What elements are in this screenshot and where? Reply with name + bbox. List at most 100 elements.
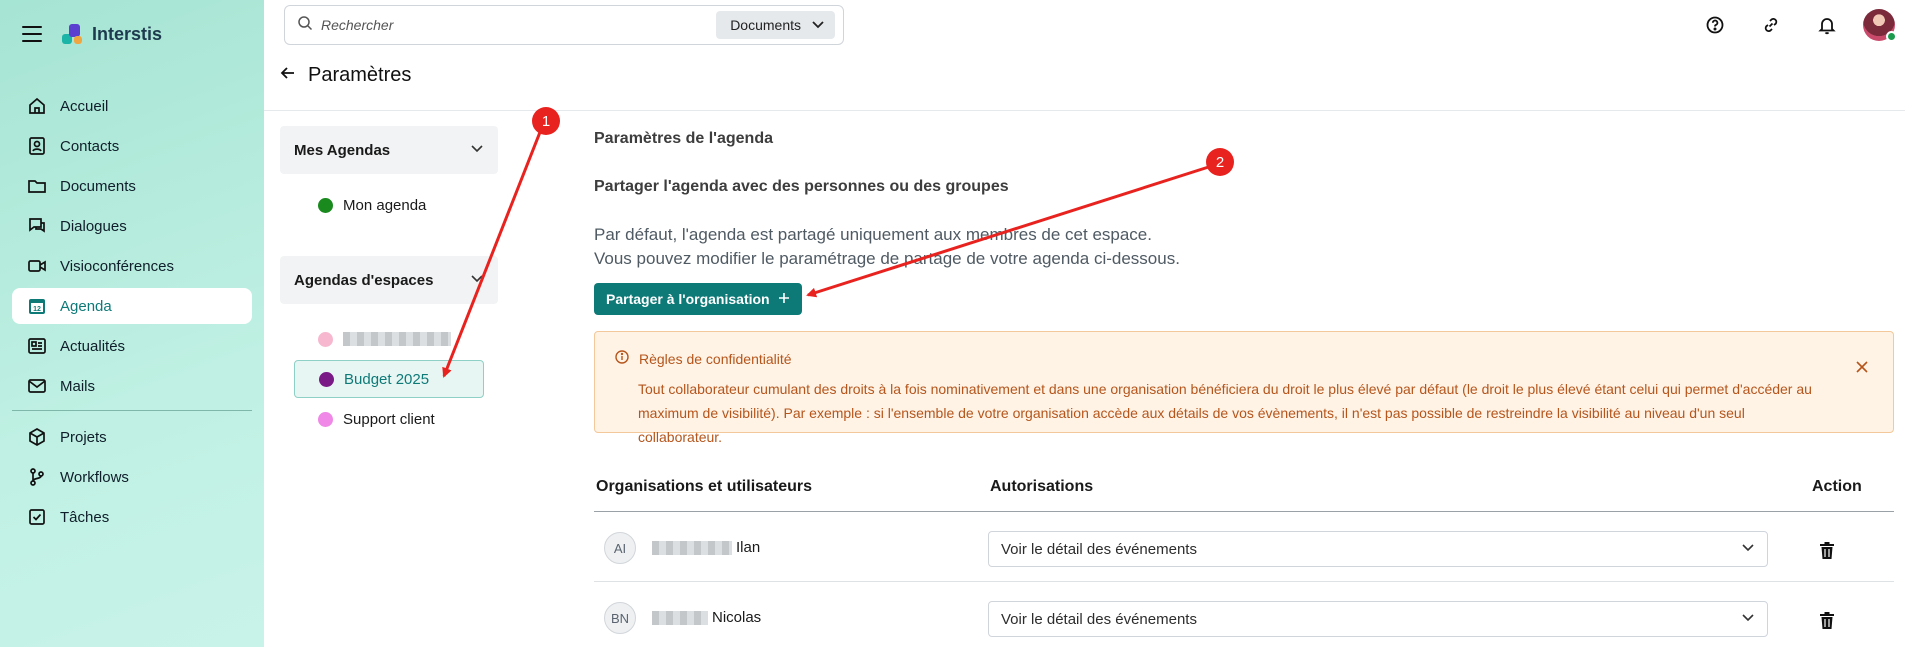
user-name-text: Ilan — [736, 539, 761, 556]
permissions-table: Organisations et utilisateurs Autorisati… — [594, 470, 1894, 647]
group-label: Mes Agendas — [294, 141, 391, 159]
task-icon — [26, 506, 48, 528]
table-row: AI Ilan Voir le détail des événements — [594, 512, 1894, 582]
svg-text:12: 12 — [33, 306, 41, 313]
search-bar: Documents — [284, 5, 844, 45]
header-action: Action — [1812, 478, 1862, 495]
group-mes-agendas[interactable]: Mes Agendas — [280, 126, 498, 174]
nav-label: Contacts — [60, 137, 120, 155]
app-logo[interactable]: Interstis — [60, 22, 162, 46]
nav-label: Mails — [60, 377, 96, 395]
description-line: Par défaut, l'agenda est partagé uniquem… — [594, 225, 1152, 244]
nav-label: Visioconférences — [60, 257, 174, 275]
header-org: Organisations et utilisateurs — [596, 478, 813, 495]
nav-item-contacts[interactable]: Contacts — [12, 128, 252, 164]
contacts-icon — [26, 135, 48, 157]
group-agendas-espaces[interactable]: Agendas d'espaces — [280, 256, 498, 304]
calendar-item-mon-agenda[interactable]: Mon agenda — [280, 186, 498, 224]
nav-label: Agenda — [60, 297, 112, 315]
chevron-down-icon — [1741, 610, 1755, 628]
link-icon[interactable] — [1743, 8, 1799, 42]
button-label: Partager à l'organisation — [606, 291, 770, 307]
calendar-item-redacted[interactable] — [280, 320, 498, 358]
app-name: Interstis — [92, 23, 163, 44]
page-title: Paramètres — [280, 64, 411, 87]
annotation-marker-2 — [1206, 148, 1234, 176]
calendar-label: Budget 2025 — [344, 370, 430, 388]
permission-value: Voir le détail des événements — [1001, 610, 1197, 628]
alert-header: Règles de confidentialité — [615, 350, 1873, 367]
nav-label: Projets — [60, 428, 107, 446]
nav-item-accueil[interactable]: Accueil — [12, 88, 252, 124]
info-icon — [615, 350, 629, 367]
nav-item-visioconferences[interactable]: Visioconférences — [12, 248, 252, 284]
nav-item-projets[interactable]: Projets — [12, 419, 252, 455]
confidentiality-alert: Règles de confidentialité Tout collabora… — [594, 331, 1894, 445]
calendar-color-dot — [318, 197, 333, 213]
share-heading: Partager l'agenda avec des personnes ou … — [594, 178, 1009, 195]
nav-item-agenda[interactable]: 12 Agenda — [12, 288, 252, 324]
permission-value: Voir le détail des événements — [1001, 540, 1197, 558]
annotation-marker-1-label: 1 — [542, 113, 550, 130]
calendar-icon: 12 — [26, 295, 48, 317]
nav-label: Accueil — [60, 97, 109, 115]
table-row: BN Nicolas Voir le détail des événements — [594, 582, 1894, 647]
nav-item-dialogues[interactable]: Dialogues — [12, 208, 252, 244]
search-scope-label: Documents — [730, 17, 801, 33]
calendar-color-dot — [319, 371, 334, 387]
chevron-down-icon — [811, 17, 825, 34]
annotation-marker-2-label: 2 — [1216, 154, 1224, 171]
nav-item-workflows[interactable]: Workflows — [12, 459, 252, 495]
avatar[interactable] — [1863, 9, 1897, 42]
calendar-item-support-client[interactable]: Support client — [280, 400, 498, 438]
settings-heading: Paramètres de l'agenda — [594, 130, 773, 147]
title-divider — [264, 110, 1905, 111]
sidebar: Interstis Accueil Contacts Documents Dia… — [0, 0, 264, 647]
folder-icon — [26, 175, 48, 197]
search-scope-select[interactable]: Documents — [716, 11, 835, 39]
sidebar-header: Interstis — [0, 0, 264, 68]
calendar-item-budget-2025[interactable]: Budget 2025 — [294, 360, 484, 398]
chevron-down-icon — [470, 271, 484, 289]
bell-icon[interactable] — [1799, 8, 1855, 42]
nav-item-mails[interactable]: Mails — [12, 368, 252, 404]
nav-item-documents[interactable]: Documents — [12, 168, 252, 204]
user-name: Ilan — [652, 539, 760, 556]
user-initials-avatar: AI — [604, 532, 636, 564]
nav-label: Actualités — [60, 337, 126, 355]
news-icon — [26, 335, 48, 357]
nav-label: Dialogues — [60, 217, 127, 235]
user-initials-avatar: BN — [604, 602, 636, 634]
delete-icon[interactable] — [1819, 542, 1835, 565]
topbar-actions — [1687, 8, 1905, 42]
share-organisation-button[interactable]: Partager à l'organisation — [594, 283, 802, 315]
description-line: Vous pouvez modifier le paramétrage de p… — [594, 249, 1180, 268]
calendar-label: Mon agenda — [343, 196, 427, 214]
menu-icon[interactable] — [22, 26, 42, 42]
user-name: Nicolas — [652, 609, 761, 626]
nav-item-actualites[interactable]: Actualités — [12, 328, 252, 364]
redacted-name — [652, 540, 732, 555]
permission-select[interactable]: Voir le détail des événements — [988, 531, 1768, 567]
search-input[interactable] — [321, 17, 701, 33]
calendar-color-dot — [318, 411, 333, 427]
alert-title: Règles de confidentialité — [639, 350, 792, 367]
chat-icon — [26, 215, 48, 237]
permission-select[interactable]: Voir le détail des événements — [988, 601, 1768, 637]
delete-icon[interactable] — [1819, 612, 1835, 635]
table-header: Organisations et utilisateurs Autorisati… — [594, 470, 1894, 512]
user-name-text: Nicolas — [712, 609, 762, 626]
mail-icon — [26, 375, 48, 397]
page-title-text: Paramètres — [308, 64, 412, 86]
online-status-dot — [1886, 31, 1897, 42]
calendar-list-panel: Mes Agendas Mon agenda Agendas d'espaces… — [280, 126, 498, 438]
calendar-label: Support client — [343, 410, 435, 428]
topbar: Documents — [264, 0, 1905, 52]
back-arrow-icon[interactable] — [280, 64, 296, 87]
nav-item-taches[interactable]: Tâches — [12, 499, 252, 535]
home-icon — [26, 95, 48, 117]
alert-body: Tout collaborateur cumulant des droits à… — [638, 381, 1812, 445]
close-icon[interactable] — [1855, 360, 1869, 379]
help-icon[interactable] — [1687, 8, 1743, 42]
header-auth: Autorisations — [990, 478, 1094, 495]
